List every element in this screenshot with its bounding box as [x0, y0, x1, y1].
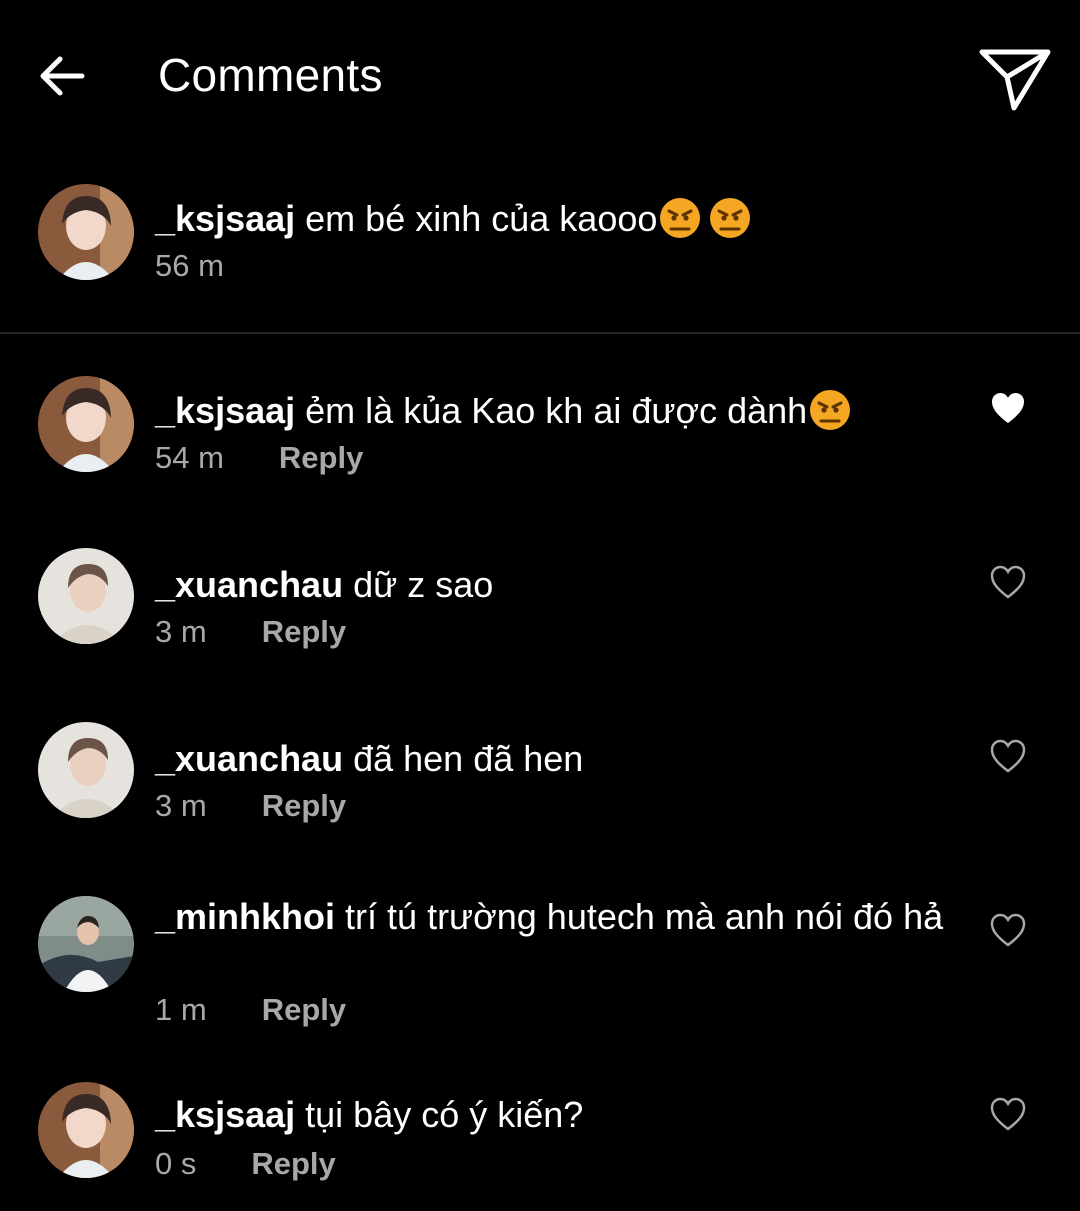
divider [0, 332, 1080, 334]
like-button[interactable] [988, 1094, 1028, 1134]
caption-meta: 56 m [155, 248, 224, 284]
comment-body: tụi bây có ý kiến? [305, 1094, 584, 1135]
comment-text: _ksjsaaj tụi bây có ý kiến? [155, 1092, 955, 1137]
comment-item: _ksjsaaj tụi bây có ý kiến? 0 s Reply [0, 1080, 1080, 1190]
comment-time: 3 m [155, 614, 207, 649]
angry-face-emoji [709, 197, 751, 239]
heart-outline-icon [990, 565, 1026, 599]
page-title: Comments [158, 49, 383, 101]
like-button[interactable] [988, 910, 1028, 950]
comment-body: trí tú trường hutech mà anh nói đó hả [345, 896, 944, 937]
angry-face-emoji [809, 389, 851, 431]
heart-outline-icon [990, 739, 1026, 773]
reply-button[interactable]: Reply [251, 1146, 335, 1182]
reply-button[interactable]: Reply [262, 788, 346, 824]
comment-time: 54 m [155, 440, 224, 475]
heart-filled-icon [992, 393, 1024, 423]
comment-item: _xuanchau dữ z sao 3 m Reply [0, 546, 1080, 656]
comment-meta: 3 m Reply [155, 614, 346, 650]
avatar[interactable] [38, 722, 134, 818]
caption-text: _ksjsaaj em bé xinh của kaooo [155, 196, 955, 241]
comment-body: ẻm là kủa Kao kh ai được dành [305, 390, 808, 431]
like-button[interactable] [988, 736, 1028, 776]
post-caption: _ksjsaaj em bé xinh của kaooo 56 m [0, 180, 1080, 330]
comment-meta: 0 s Reply [155, 1146, 336, 1182]
caption-body: em bé xinh của kaooo [305, 198, 658, 239]
comment-time: 3 m [155, 788, 207, 823]
arrow-left-icon [40, 56, 85, 96]
avatar[interactable] [38, 184, 134, 280]
comment-meta: 54 m Reply [155, 440, 363, 476]
comment-item: _ksjsaaj ẻm là kủa Kao kh ai được dành 5… [0, 372, 1080, 482]
reply-button[interactable]: Reply [262, 614, 346, 650]
like-button[interactable] [988, 388, 1028, 428]
comment-text: _xuanchau dữ z sao [155, 562, 955, 607]
heart-outline-icon [990, 913, 1026, 947]
avatar[interactable] [38, 1082, 134, 1178]
paper-plane-icon [979, 49, 1051, 111]
comment-time: 0 s [155, 1146, 197, 1181]
share-button[interactable] [976, 44, 1056, 114]
angry-face-emoji [659, 197, 701, 239]
comment-username[interactable]: _ksjsaaj [155, 1094, 295, 1135]
caption-username[interactable]: _ksjsaaj [155, 198, 295, 239]
comment-username[interactable]: _ksjsaaj [155, 390, 295, 431]
reply-button[interactable]: Reply [262, 992, 346, 1028]
header-bar: Comments [0, 0, 1080, 150]
comment-username[interactable]: _xuanchau [155, 564, 343, 605]
comment-body: dữ z sao [353, 564, 494, 605]
caption-time: 56 m [155, 248, 224, 283]
comment-meta: 3 m Reply [155, 788, 346, 824]
avatar[interactable] [38, 548, 134, 644]
heart-outline-icon [990, 1097, 1026, 1131]
comment-text: _ksjsaaj ẻm là kủa Kao kh ai được dành [155, 388, 955, 433]
avatar[interactable] [38, 376, 134, 472]
comment-meta: 1 m Reply [155, 992, 346, 1028]
reply-button[interactable]: Reply [279, 440, 363, 476]
comment-username[interactable]: _xuanchau [155, 738, 343, 779]
comment-text: _xuanchau đã hen đã hen [155, 736, 955, 781]
comment-item: _minhkhoi trí tú trường hutech mà anh nó… [0, 894, 1080, 1034]
comment-username[interactable]: _minhkhoi [155, 896, 335, 937]
comment-time: 1 m [155, 992, 207, 1027]
back-button[interactable] [36, 50, 88, 102]
like-button[interactable] [988, 562, 1028, 602]
comment-text: _minhkhoi trí tú trường hutech mà anh nó… [155, 894, 955, 939]
comment-item: _xuanchau đã hen đã hen 3 m Reply [0, 720, 1080, 830]
comment-body: đã hen đã hen [353, 738, 584, 779]
avatar[interactable] [38, 896, 134, 992]
